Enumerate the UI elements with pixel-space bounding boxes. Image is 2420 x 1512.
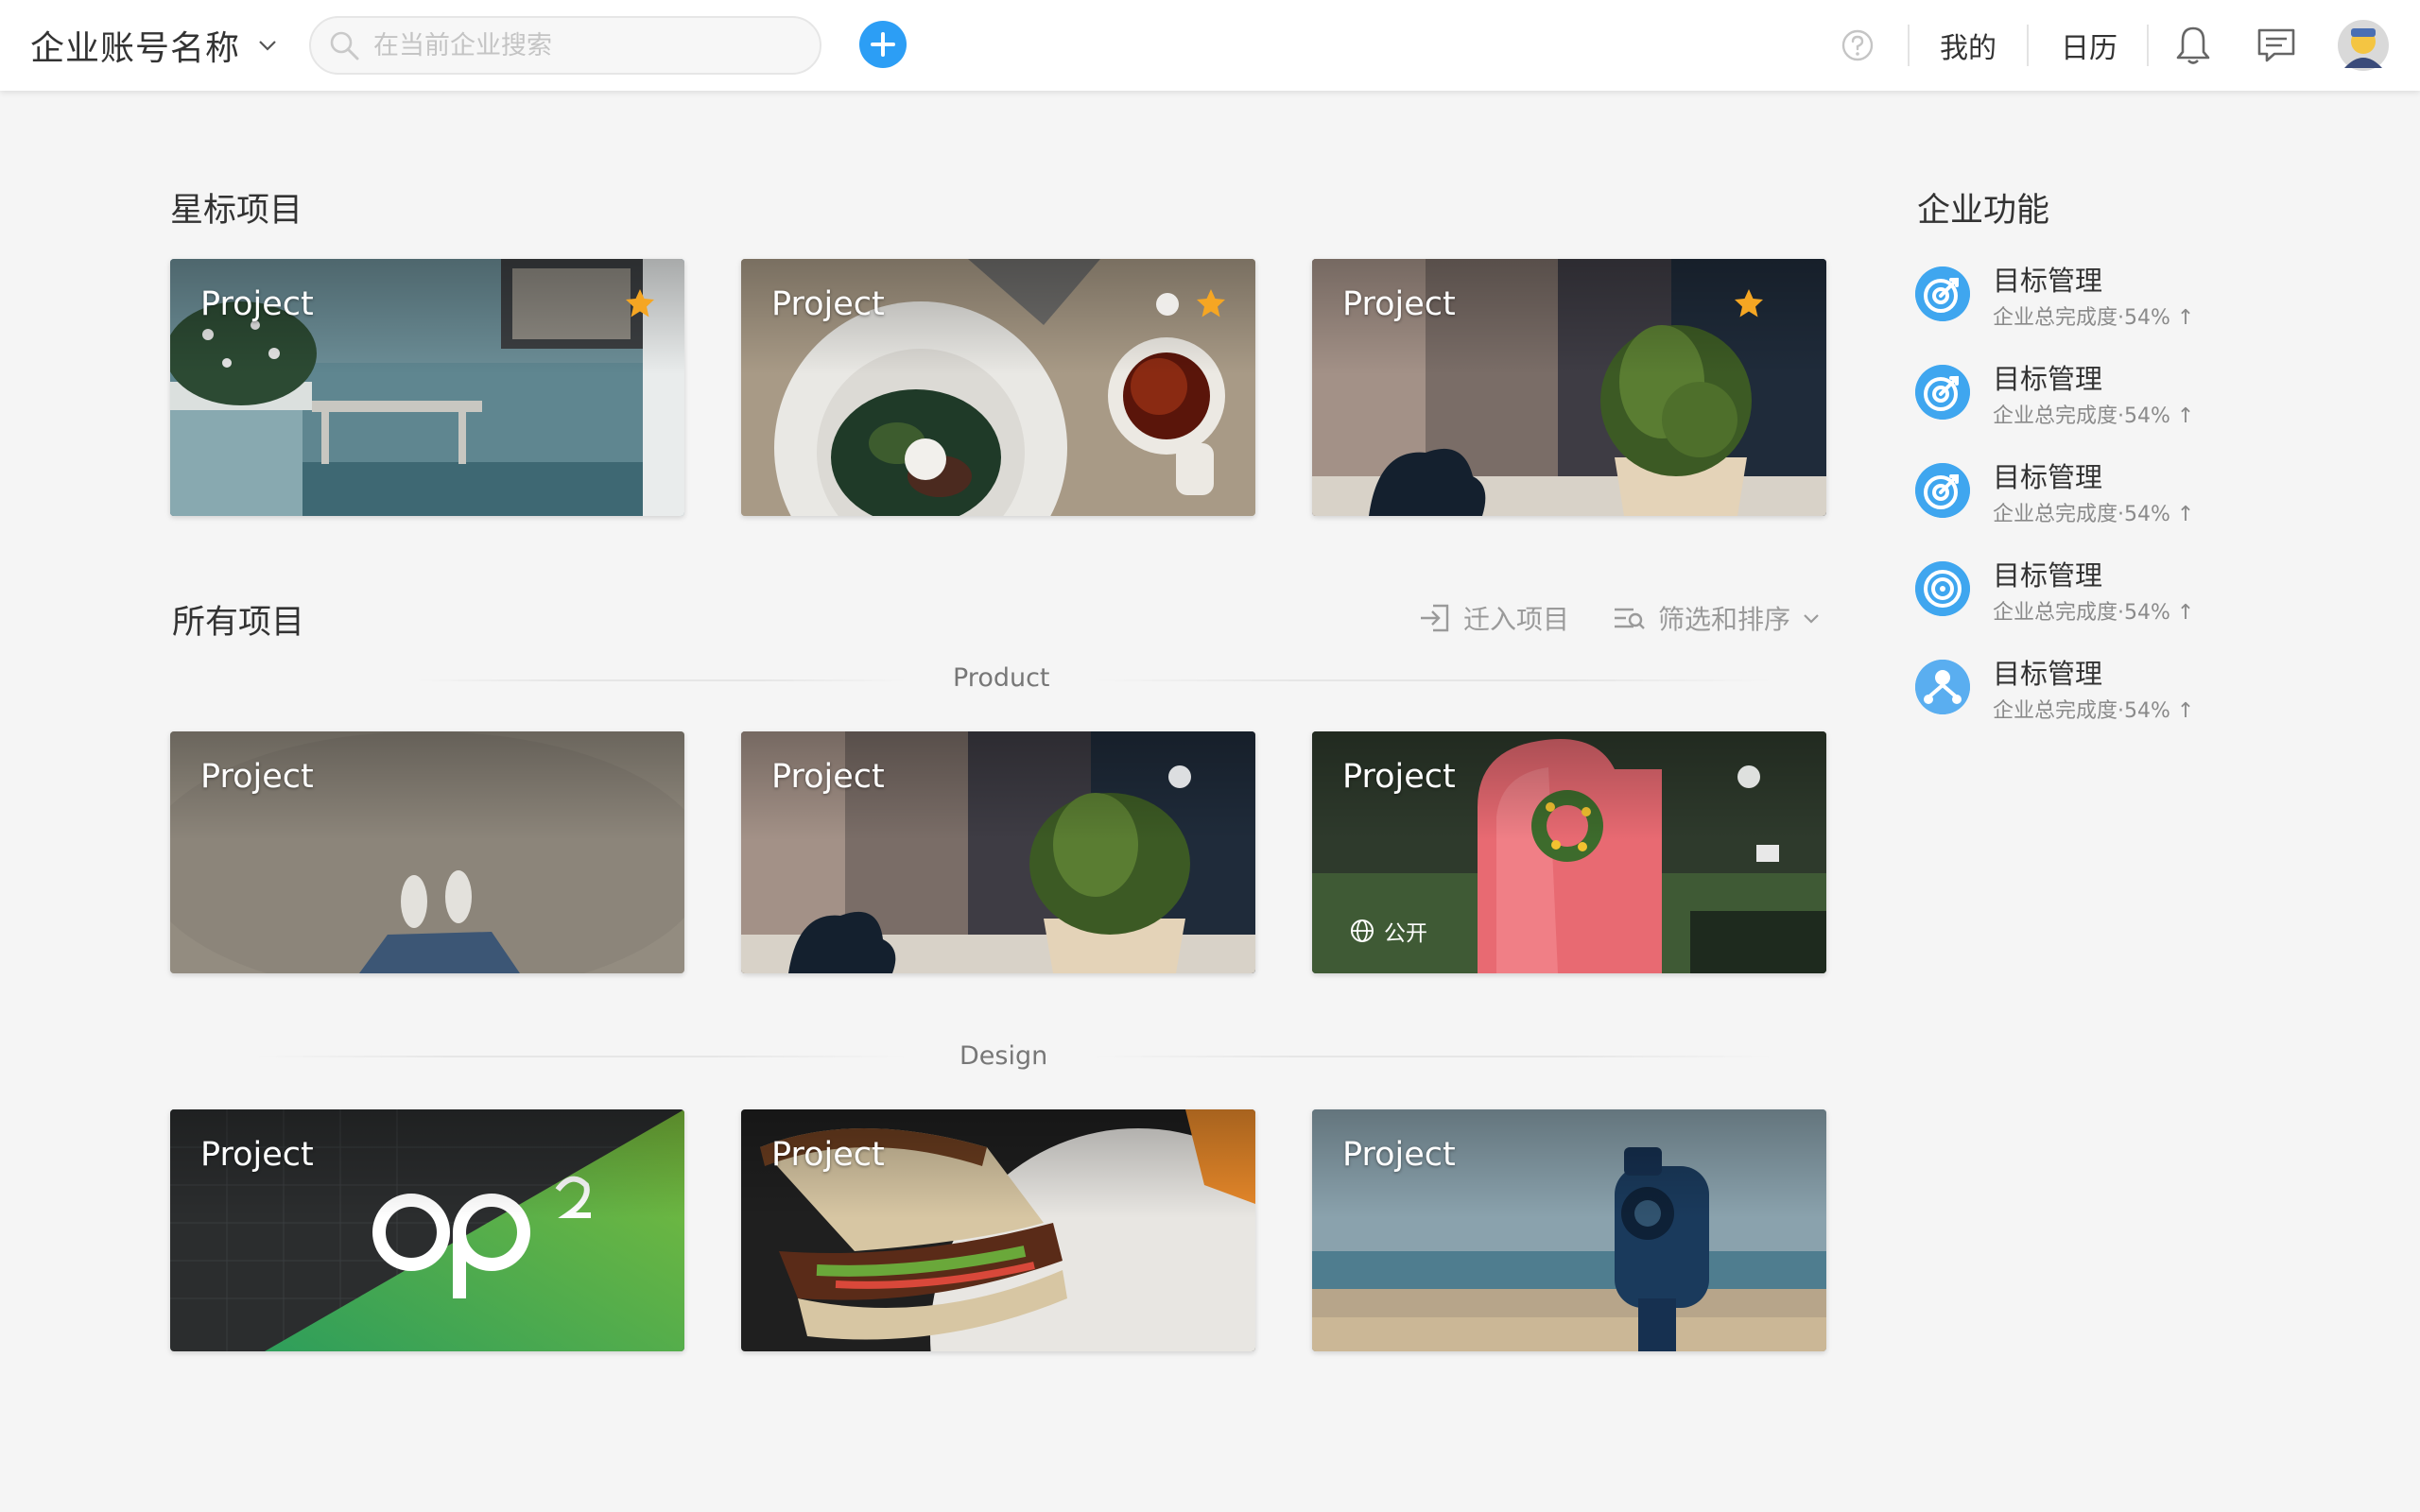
- arrow-up-icon: ↑: [2176, 503, 2195, 526]
- project-card[interactable]: Project: [1312, 1109, 1826, 1351]
- status-dot: [1168, 765, 1191, 788]
- card-title: Project: [200, 758, 314, 796]
- feature-item-goals[interactable]: 目标管理 企业总完成度·54% ↑: [1915, 648, 2237, 724]
- all-projects-heading: 所有项目: [172, 604, 305, 642]
- feature-subtitle: 企业总完成度·54% ↑: [1993, 306, 2195, 330]
- group-divider-left: [416, 679, 908, 681]
- feature-title: 目标管理: [1993, 363, 2103, 395]
- starred-project-card[interactable]: Project: [1312, 259, 1826, 516]
- card-title: Project: [771, 1136, 885, 1174]
- arrow-up-icon: ↑: [2176, 404, 2195, 428]
- card-title: Project: [1342, 1136, 1456, 1174]
- starred-heading: 星标项目: [170, 192, 303, 230]
- avatar: [2338, 20, 2389, 71]
- status-dot: [1156, 293, 1179, 316]
- target-icon: [1915, 266, 1970, 321]
- card-title: Project: [200, 285, 314, 323]
- group-divider-right: [1093, 1056, 1773, 1057]
- feature-title: 目标管理: [1993, 461, 2103, 493]
- target-icon: [1915, 561, 1970, 616]
- nav-mine-label: 我的: [1940, 32, 1996, 65]
- star-icon[interactable]: [1733, 287, 1765, 319]
- user-avatar[interactable]: [2337, 0, 2390, 91]
- card-title: Project: [771, 758, 885, 796]
- help-button[interactable]: [1841, 0, 1875, 91]
- target-icon: [1915, 365, 1970, 420]
- project-card[interactable]: Project: [170, 1109, 684, 1351]
- group-divider-left: [255, 1056, 908, 1057]
- star-icon[interactable]: [1195, 287, 1227, 319]
- arrow-up-icon: ↑: [2176, 699, 2195, 723]
- card-title: Project: [200, 1136, 314, 1174]
- move-in-label: 迁入项目: [1463, 604, 1570, 635]
- star-icon[interactable]: [624, 287, 656, 319]
- import-icon: [1421, 604, 1449, 632]
- feature-subtitle: 企业总完成度·54% ↑: [1993, 404, 2195, 428]
- bell-icon: [2176, 26, 2210, 64]
- chat-icon: [2257, 28, 2295, 62]
- feature-title: 目标管理: [1993, 559, 2103, 592]
- globe-icon: [1351, 919, 1374, 942]
- group-label-product: Product: [953, 663, 1050, 693]
- divider: [2027, 25, 2029, 66]
- feature-title: 目标管理: [1993, 265, 2103, 297]
- feature-subtitle: 企业总完成度·54% ↑: [1993, 699, 2195, 723]
- starred-project-card[interactable]: Project: [741, 259, 1255, 516]
- filter-icon: [1615, 608, 1645, 629]
- messages-button[interactable]: [2256, 0, 2297, 91]
- project-card[interactable]: Project: [170, 731, 684, 973]
- project-card[interactable]: Project: [741, 1109, 1255, 1351]
- filter-sort-button[interactable]: 筛选和排序: [1613, 597, 1821, 639]
- public-label: 公开: [1384, 921, 1427, 946]
- status-dot: [1737, 765, 1760, 788]
- arrow-up-icon: ↑: [2176, 601, 2195, 625]
- top-bar: 企业账号名称 我的 日历: [0, 0, 2420, 91]
- team-icon: [1915, 660, 1970, 714]
- card-title: Project: [1342, 285, 1456, 323]
- group-divider-right: [1093, 679, 1773, 681]
- filter-sort-label: 筛选和排序: [1658, 604, 1791, 635]
- move-in-project-button[interactable]: 迁入项目: [1418, 597, 1569, 639]
- group-label-design: Design: [959, 1041, 1048, 1071]
- project-card[interactable]: Project: [741, 731, 1255, 973]
- divider: [2147, 25, 2149, 66]
- nav-calendar[interactable]: 日历: [2061, 0, 2118, 91]
- public-badge: 公开: [1350, 915, 1427, 947]
- notifications-button[interactable]: [2174, 0, 2212, 91]
- divider: [1908, 25, 1910, 66]
- starred-project-card[interactable]: Project: [170, 259, 684, 516]
- help-icon: [1841, 29, 1874, 61]
- feature-title: 目标管理: [1993, 658, 2103, 690]
- target-icon: [1915, 463, 1970, 518]
- arrow-up-icon: ↑: [2176, 306, 2195, 330]
- nav-calendar-label: 日历: [2061, 32, 2118, 65]
- card-title: Project: [771, 285, 885, 323]
- top-right-nav: 我的 日历: [0, 0, 2420, 91]
- nav-mine[interactable]: 我的: [1940, 0, 1996, 91]
- feature-item-goals[interactable]: 目标管理 企业总完成度·54% ↑: [1915, 255, 2237, 331]
- feature-subtitle: 企业总完成度·54% ↑: [1993, 601, 2195, 625]
- feature-subtitle: 企业总完成度·54% ↑: [1993, 503, 2195, 526]
- feature-item-goals[interactable]: 目标管理 企业总完成度·54% ↑: [1915, 550, 2237, 626]
- project-card[interactable]: Project 公开: [1312, 731, 1826, 973]
- feature-item-goals[interactable]: 目标管理 企业总完成度·54% ↑: [1915, 452, 2237, 527]
- enterprise-features-heading: 企业功能: [1917, 192, 2050, 230]
- card-title: Project: [1342, 758, 1456, 796]
- chevron-down-icon: [1804, 614, 1819, 624]
- feature-item-goals[interactable]: 目标管理 企业总完成度·54% ↑: [1915, 353, 2237, 429]
